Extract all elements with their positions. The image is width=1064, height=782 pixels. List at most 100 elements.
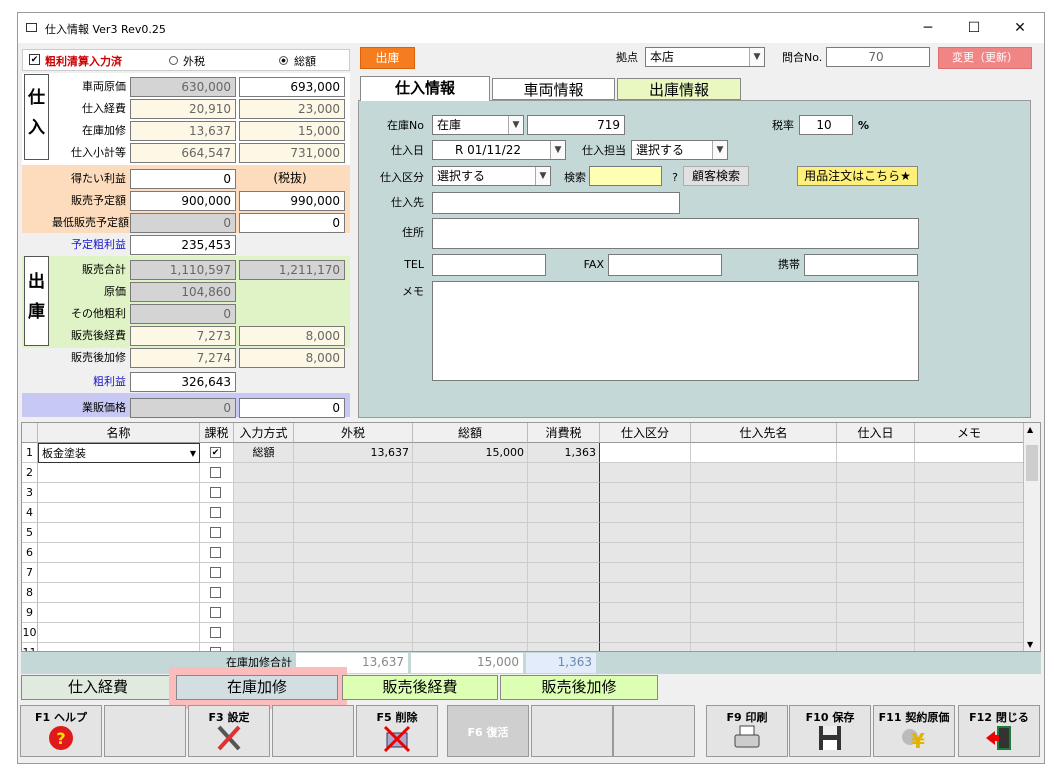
grid-cell[interactable] [528,623,600,643]
grid-cell[interactable] [200,623,234,643]
chevron-down-icon[interactable]: ▼ [190,444,196,464]
grid-cell[interactable] [38,503,200,523]
grid-cell[interactable] [837,523,915,543]
grid-cell[interactable] [691,623,837,643]
grid-cell[interactable]: 板金塗装 ▼ [38,443,200,463]
grid-cell[interactable] [294,583,413,603]
kyoten-select[interactable]: 本店 ▼ [645,47,765,67]
grid-cell[interactable] [600,503,691,523]
column-header[interactable]: 仕入日 [837,423,915,443]
tax-rate-field[interactable]: 10 [799,115,853,135]
summary-value-excl[interactable]: 900,000 [130,191,236,211]
grid-cell[interactable] [200,583,234,603]
grid-cell[interactable] [38,623,200,643]
column-header[interactable]: 外税 [294,423,413,443]
grid-cell[interactable] [600,623,691,643]
minimize-button[interactable]: ─ [918,19,938,37]
grid-cell[interactable] [691,643,837,651]
grid-cell[interactable] [915,503,1024,523]
grid-cell[interactable] [600,443,691,463]
grid-cell[interactable] [38,463,200,483]
grid-cell[interactable] [915,483,1024,503]
summary-value-excl[interactable]: 326,643 [130,372,236,392]
grid-cell[interactable] [691,443,837,463]
tab-shiire-info[interactable]: 仕入情報 [360,76,490,101]
tab-shukko-info[interactable]: 出庫情報 [617,78,741,100]
zaiko-no-field[interactable]: 719 [527,115,625,135]
grid-cell[interactable] [915,523,1024,543]
grid-cell[interactable] [413,583,528,603]
grid-cell[interactable] [294,603,413,623]
fkey-1[interactable]: F1 ヘルプ? [20,705,102,757]
taxable-checkbox[interactable] [210,587,221,598]
grid-cell[interactable] [528,603,600,623]
grid-cell[interactable] [413,563,528,583]
grid-cell[interactable] [837,463,915,483]
grid-cell[interactable] [915,543,1024,563]
grid-cell[interactable] [691,583,837,603]
fkey-9[interactable]: F9 印刷 [706,705,788,757]
column-header[interactable]: 仕入区分 [600,423,691,443]
grid-cell[interactable] [600,583,691,603]
grid-cell[interactable] [234,583,294,603]
grid-cell[interactable] [528,563,600,583]
fkey-3[interactable]: F3 設定 [188,705,270,757]
update-button[interactable]: 変更（更新） [938,47,1032,69]
mobile-field[interactable] [804,254,918,276]
grid-cell[interactable] [691,483,837,503]
fkey-5[interactable]: F5 削除 [356,705,438,757]
tel-field[interactable] [432,254,546,276]
grid-cell[interactable] [413,543,528,563]
grid-cell[interactable] [837,483,915,503]
grid-scrollbar[interactable]: ▲ ▼ [1023,423,1040,651]
grid-cell[interactable] [234,503,294,523]
grid-cell[interactable]: 1,363 [528,443,600,463]
summary-value-incl[interactable]: 693,000 [239,77,345,97]
taxable-checkbox[interactable] [210,467,221,478]
grid-cell[interactable] [915,623,1024,643]
grid-cell[interactable] [294,563,413,583]
grid-cell[interactable] [38,483,200,503]
grid-cell[interactable] [691,543,837,563]
grid-cell[interactable] [691,463,837,483]
tab-hanbaigo-kashu[interactable]: 販売後加修 [500,675,658,700]
grid-cell[interactable] [600,523,691,543]
grid-cell[interactable] [234,543,294,563]
summary-value-excl[interactable]: 0 [130,169,236,189]
grid-cell[interactable] [528,503,600,523]
grid-cell[interactable]: 13,637 [294,443,413,463]
fax-field[interactable] [608,254,722,276]
grid-cell[interactable] [915,463,1024,483]
grid-cell[interactable] [200,483,234,503]
grid-cell[interactable] [691,563,837,583]
grid-cell[interactable] [837,563,915,583]
column-header[interactable]: 課税 [200,423,234,443]
grid-cell[interactable] [413,463,528,483]
maximize-button[interactable]: ☐ [964,19,984,37]
column-header[interactable]: 入力方式 [234,423,294,443]
grid-cell[interactable] [294,483,413,503]
grid-cell[interactable] [528,483,600,503]
grid-cell[interactable] [528,543,600,563]
tanto-select[interactable]: 選択する ▼ [631,140,728,160]
close-button[interactable]: ✕ [1010,19,1030,37]
column-header[interactable]: 仕入先名 [691,423,837,443]
grid-cell[interactable] [915,583,1024,603]
grid-cell[interactable]: ✔ [200,443,234,463]
grid-cell[interactable] [200,563,234,583]
scroll-up-icon[interactable]: ▲ [1027,425,1033,434]
grid-cell[interactable] [234,463,294,483]
shukko-button[interactable]: 出庫 [360,47,415,69]
grid-cell[interactable] [413,623,528,643]
grid-cell[interactable]: 15,000 [413,443,528,463]
grid-cell[interactable] [691,503,837,523]
grid-cell[interactable] [294,503,413,523]
grid-cell[interactable] [200,463,234,483]
grid-cell[interactable] [528,583,600,603]
grid-cell[interactable] [38,563,200,583]
address-field[interactable] [432,218,919,249]
grid-cell[interactable] [915,603,1024,623]
taxable-checkbox[interactable] [210,507,221,518]
grid-cell[interactable] [837,623,915,643]
summary-value-incl[interactable]: 990,000 [239,191,345,211]
